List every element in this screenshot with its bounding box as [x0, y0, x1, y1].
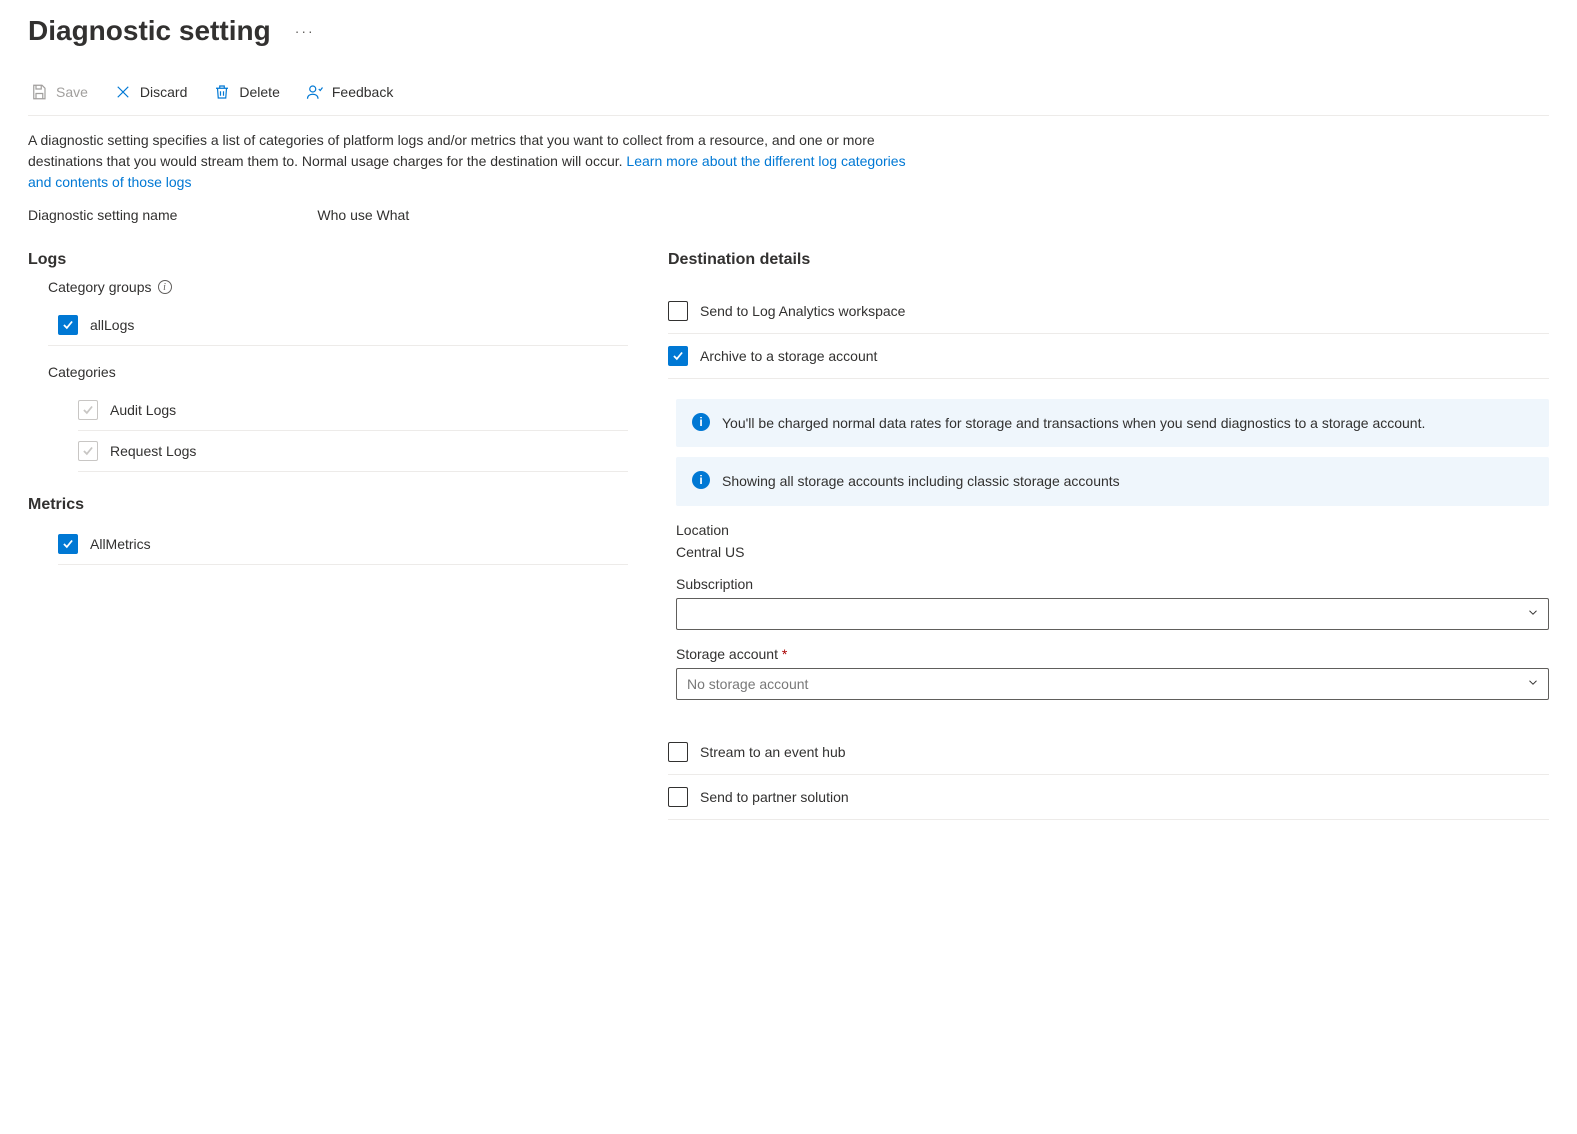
location-label: Location — [676, 522, 1549, 538]
location-value: Central US — [676, 544, 1549, 560]
info-banner-rates: i You'll be charged normal data rates fo… — [676, 399, 1549, 447]
close-icon — [114, 83, 132, 101]
all-logs-label: allLogs — [90, 317, 134, 333]
partner-label: Send to partner solution — [700, 789, 849, 805]
info-msg-accounts: Showing all storage accounts including c… — [722, 471, 1120, 491]
feedback-icon — [306, 83, 324, 101]
destination-section-title: Destination details — [668, 251, 1549, 269]
save-label: Save — [56, 84, 88, 100]
info-icon: i — [692, 413, 710, 431]
all-logs-row: allLogs — [58, 305, 628, 345]
storage-account-placeholder: No storage account — [687, 676, 808, 692]
setting-name-label: Diagnostic setting name — [28, 207, 177, 223]
storage-details: i You'll be charged normal data rates fo… — [668, 399, 1549, 700]
storage-account-label: Storage account * — [676, 646, 1549, 662]
feedback-button[interactable]: Feedback — [304, 79, 395, 105]
feedback-label: Feedback — [332, 84, 393, 100]
storage-row: Archive to a storage account — [668, 334, 1549, 379]
delete-label: Delete — [239, 84, 279, 100]
request-logs-row: Request Logs — [78, 431, 628, 471]
chevron-down-icon — [1526, 605, 1540, 622]
storage-label: Archive to a storage account — [700, 348, 877, 364]
audit-logs-row: Audit Logs — [78, 390, 628, 430]
all-metrics-checkbox[interactable] — [58, 534, 78, 554]
log-analytics-label: Send to Log Analytics workspace — [700, 303, 905, 319]
audit-logs-label: Audit Logs — [110, 402, 176, 418]
metrics-section-title: Metrics — [28, 496, 628, 514]
subscription-select[interactable] — [676, 598, 1549, 630]
category-groups-text: Category groups — [48, 279, 152, 295]
divider — [48, 345, 628, 346]
event-hub-label: Stream to an event hub — [700, 744, 846, 760]
right-column: Destination details Send to Log Analytic… — [668, 251, 1549, 820]
info-icon[interactable]: i — [158, 280, 172, 294]
discard-label: Discard — [140, 84, 187, 100]
description-text: A diagnostic setting specifies a list of… — [28, 130, 908, 193]
more-menu-icon[interactable]: ··· — [295, 23, 315, 39]
info-icon: i — [692, 471, 710, 489]
storage-checkbox[interactable] — [668, 346, 688, 366]
delete-button[interactable]: Delete — [211, 79, 281, 105]
logs-section-title: Logs — [28, 251, 628, 269]
storage-account-field: Storage account * No storage account — [676, 646, 1549, 700]
request-logs-checkbox — [78, 441, 98, 461]
setting-name-row: Diagnostic setting name Who use What — [28, 207, 1549, 223]
location-field: Location Central US — [676, 522, 1549, 560]
all-metrics-row: AllMetrics — [58, 524, 628, 565]
save-icon — [30, 83, 48, 101]
all-logs-checkbox[interactable] — [58, 315, 78, 335]
info-banner-accounts: i Showing all storage accounts including… — [676, 457, 1549, 505]
info-msg-rates: You'll be charged normal data rates for … — [722, 413, 1425, 433]
partner-checkbox[interactable] — [668, 787, 688, 807]
log-analytics-row: Send to Log Analytics workspace — [668, 289, 1549, 334]
required-indicator: * — [782, 646, 787, 662]
discard-button[interactable]: Discard — [112, 79, 189, 105]
setting-name-value: Who use What — [317, 207, 409, 223]
partner-row: Send to partner solution — [668, 775, 1549, 820]
audit-logs-checkbox — [78, 400, 98, 420]
divider — [78, 471, 628, 472]
left-column: Logs Category groups i allLogs Categorie… — [28, 251, 628, 565]
category-groups-label: Category groups i — [48, 279, 628, 295]
toolbar: Save Discard Delete Feedback — [28, 71, 1549, 116]
save-button: Save — [28, 79, 90, 105]
event-hub-row: Stream to an event hub — [668, 730, 1549, 775]
chevron-down-icon — [1526, 675, 1540, 692]
event-hub-checkbox[interactable] — [668, 742, 688, 762]
page-header: Diagnostic setting ··· — [28, 15, 1549, 47]
log-analytics-checkbox[interactable] — [668, 301, 688, 321]
page-title: Diagnostic setting — [28, 15, 271, 47]
delete-icon — [213, 83, 231, 101]
subscription-label: Subscription — [676, 576, 1549, 592]
subscription-field: Subscription — [676, 576, 1549, 630]
main-content: Logs Category groups i allLogs Categorie… — [28, 251, 1549, 820]
request-logs-label: Request Logs — [110, 443, 196, 459]
storage-account-select[interactable]: No storage account — [676, 668, 1549, 700]
all-metrics-label: AllMetrics — [90, 536, 151, 552]
storage-account-label-text: Storage account — [676, 646, 778, 662]
categories-label: Categories — [48, 364, 628, 380]
